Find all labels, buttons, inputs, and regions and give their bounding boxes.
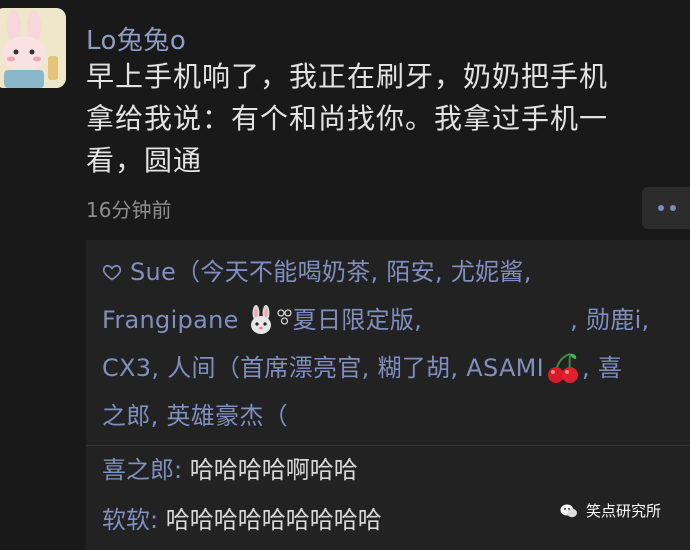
likes-line: 之郎, 英雄豪杰（ (102, 392, 682, 440)
avatar[interactable] (0, 8, 66, 88)
rabbit-emoji-icon (250, 305, 271, 334)
cherry-emoji-icon (548, 353, 579, 383)
comment-author[interactable]: 喜之郎: (102, 456, 182, 484)
likes-line: Sue（今天不能喝奶茶, 陌安, 尤妮酱, (102, 248, 682, 296)
likes-list: Sue（今天不能喝奶茶, 陌安, 尤妮酱, Frangipane 夏日限定版, … (102, 248, 682, 440)
watermark: 笑点研究所 (560, 500, 661, 521)
comment-item[interactable]: 软软: 哈哈哈哈哈哈哈哈哈 (102, 500, 382, 535)
post-timestamp: 16分钟前 (86, 198, 172, 222)
comment-text: 哈哈哈哈哈哈哈哈哈 (158, 506, 382, 534)
liker-names[interactable]: 之郎, 英雄豪杰（ (102, 392, 288, 440)
wechat-icon (560, 504, 577, 517)
post-author-name[interactable]: Lo兔兔o (86, 20, 186, 57)
liker-name[interactable]: , 勋鹿i, (570, 296, 649, 344)
heart-outline-icon (102, 264, 122, 281)
liker-names[interactable]: Sue（今天不能喝奶茶, 陌安, 尤妮酱, (130, 248, 532, 296)
more-dots-icon (658, 205, 664, 211)
watermark-text: 笑点研究所 (586, 502, 662, 520)
sparkle-emoji-icon (277, 309, 292, 325)
divider (86, 445, 690, 446)
comment-item[interactable]: 喜之郎: 哈哈哈哈啊哈哈 (102, 450, 358, 485)
liker-name[interactable]: 夏日限定版, (293, 296, 422, 344)
more-button[interactable] (642, 187, 690, 229)
comment-author[interactable]: 软软: (102, 506, 158, 534)
rabbit-avatar-icon (0, 8, 66, 88)
liker-name[interactable]: Frangipane (102, 296, 239, 344)
likes-line: Frangipane 夏日限定版, , 勋鹿i, (102, 296, 682, 344)
liker-name[interactable]: , 喜 (582, 344, 622, 392)
comment-text: 哈哈哈哈啊哈哈 (182, 456, 358, 484)
more-dots-icon (670, 205, 676, 211)
likes-line: CX3, 人间（首席漂亮官, 糊了胡, ASAMI , 喜 (102, 344, 682, 392)
post-message: 早上手机响了，我正在刷牙，奶奶把手机 拿给我说：有个和尚找你。我拿过手机一 看，… (86, 60, 609, 177)
liker-names[interactable]: CX3, 人间（首席漂亮官, 糊了胡, ASAMI (102, 344, 544, 392)
